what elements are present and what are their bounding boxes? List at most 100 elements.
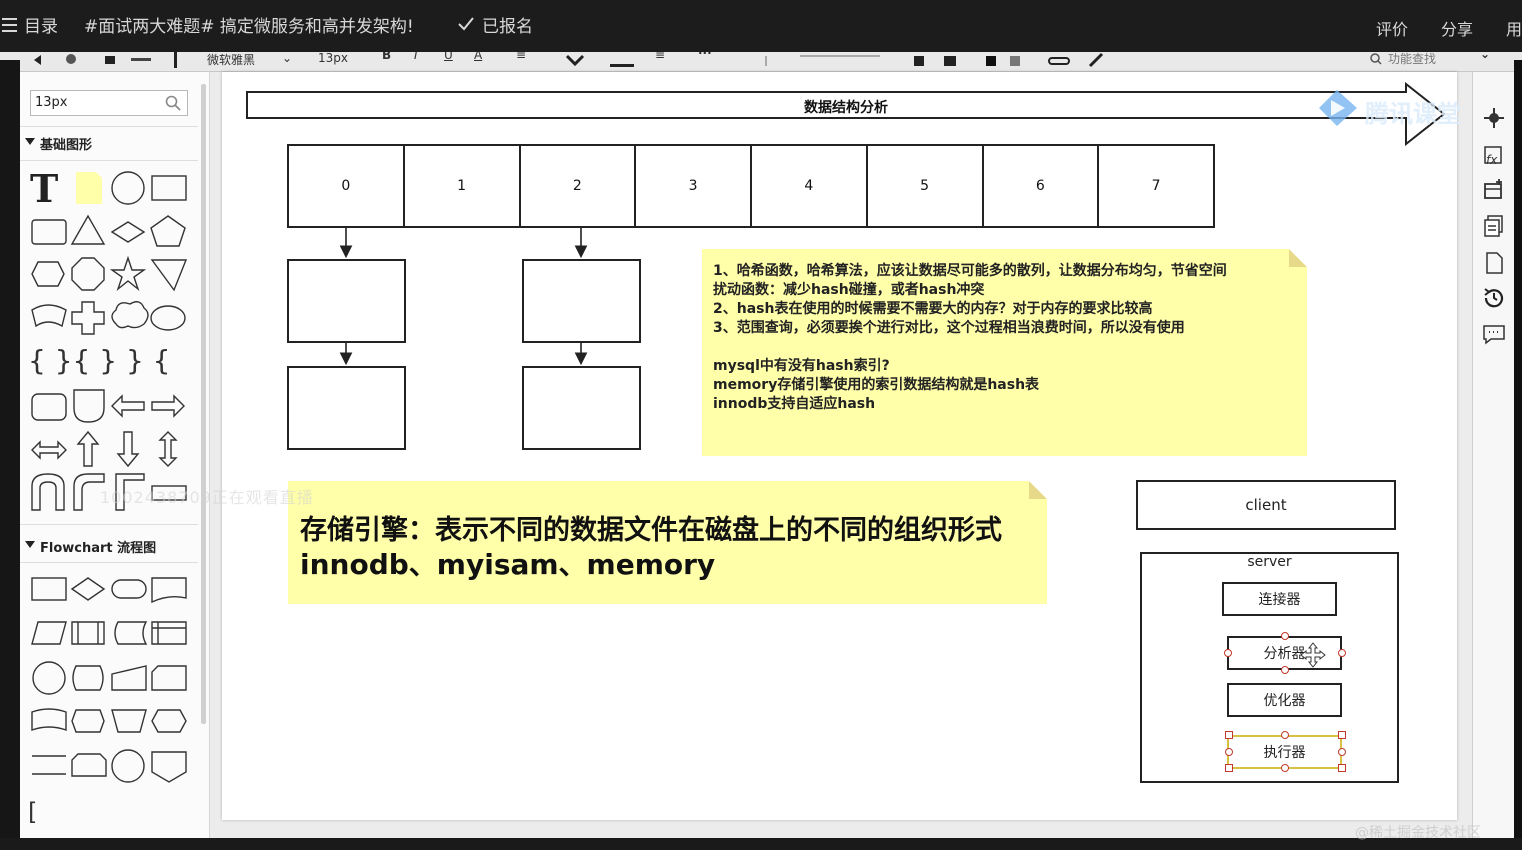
align-icon[interactable]: ≡ xyxy=(516,52,526,62)
cross-shape-icon xyxy=(71,301,105,335)
page-icon[interactable] xyxy=(1482,251,1506,275)
resize-handle[interactable] xyxy=(1224,649,1232,657)
resize-handle[interactable] xyxy=(1338,731,1346,739)
pages-icon[interactable] xyxy=(1482,214,1506,238)
line-style-icon[interactable]: ≡ xyxy=(655,52,665,62)
optimizer-component[interactable]: 优化器 xyxy=(1227,683,1342,717)
font-family-select[interactable]: 微软雅黑 xyxy=(207,52,255,68)
section-flowchart[interactable]: Flowchart 流程图 xyxy=(40,537,156,556)
sequential-data-shape-icon xyxy=(72,665,104,691)
arrange-icon[interactable] xyxy=(912,54,962,68)
search-icon[interactable] xyxy=(1370,53,1382,65)
hash-bucket-cell[interactable]: 0 xyxy=(287,144,405,228)
right-tool-panel: fx xyxy=(1472,72,1514,838)
connector-shape-icon xyxy=(32,661,66,695)
comment-icon[interactable] xyxy=(1482,322,1506,346)
linked-list-node[interactable] xyxy=(287,259,406,343)
function-search-input[interactable]: 功能查找 xyxy=(1388,52,1436,67)
viewer-watermark: 1002438709正在观看直播 xyxy=(100,488,314,507)
lock-icon[interactable] xyxy=(984,54,1024,68)
search-icon[interactable] xyxy=(165,95,181,111)
linked-list-node[interactable] xyxy=(287,366,406,450)
linked-list-node[interactable] xyxy=(522,259,641,343)
octagon-shape-icon xyxy=(71,257,105,291)
hash-bucket-cell[interactable]: 7 xyxy=(1097,144,1215,228)
format-painter-icon[interactable] xyxy=(105,54,155,66)
resize-handle[interactable] xyxy=(1225,748,1233,756)
divider xyxy=(20,160,198,161)
font-size-select[interactable]: 13px xyxy=(318,52,348,65)
linked-list-node[interactable] xyxy=(522,366,641,450)
underline-icon[interactable]: U xyxy=(444,52,453,62)
course-title: #面试两大难题# 搞定微服务和高并发架构! xyxy=(84,17,414,37)
line-color-icon[interactable] xyxy=(610,54,634,68)
link-icon[interactable] xyxy=(1048,54,1072,68)
diamond-shape-icon xyxy=(110,221,146,243)
collapse-triangle-icon[interactable] xyxy=(25,541,35,549)
pin-icon[interactable] xyxy=(170,52,182,68)
predefined-process-shape-icon xyxy=(71,621,105,645)
hash-bucket-cell[interactable]: 2 xyxy=(518,144,637,228)
rectangle-shape-icon xyxy=(151,175,187,201)
font-color-icon[interactable]: A xyxy=(474,52,482,62)
hash-bucket-cell[interactable]: 1 xyxy=(402,144,521,228)
ellipse-shape-icon xyxy=(111,171,145,205)
menu-icon[interactable] xyxy=(2,17,18,33)
section-basic-shapes[interactable]: 基础图形 xyxy=(40,134,92,153)
flowchart-shapes-grid: [ xyxy=(28,577,187,826)
hash-bucket-cell[interactable]: 3 xyxy=(634,144,752,228)
hash-bucket-cell[interactable]: 4 xyxy=(750,144,868,228)
resize-handle[interactable] xyxy=(1338,748,1346,756)
use-button[interactable]: 用 xyxy=(1506,16,1522,40)
resize-handle[interactable] xyxy=(1281,764,1289,772)
leaf-shape-icon xyxy=(73,389,105,423)
note-line: innodb支持自适应hash xyxy=(713,396,876,412)
redo-icon[interactable] xyxy=(62,54,80,66)
resize-handle[interactable] xyxy=(1281,666,1289,674)
shapes-sidebar: 13px 基础图形 T { }{}} {Flowchart 流程图 [ xyxy=(20,72,210,838)
history-icon[interactable] xyxy=(1482,286,1506,310)
client-box[interactable]: client xyxy=(1136,480,1396,530)
loop-limit-shape-icon xyxy=(71,753,107,777)
italic-icon[interactable]: I xyxy=(414,52,418,62)
bottom-bar xyxy=(0,838,1522,850)
basic-shapes-grid: T { }{ } } { xyxy=(28,166,188,511)
preparation-shape-icon xyxy=(151,709,187,733)
triangle-shape-icon xyxy=(70,214,106,245)
navigate-icon[interactable] xyxy=(1482,106,1506,130)
sidebar-scrollbar[interactable] xyxy=(201,84,206,724)
fill-color-icon[interactable] xyxy=(565,54,585,68)
font-family-chevron-icon[interactable]: ⌄ xyxy=(282,52,292,65)
toc-button[interactable]: 目录 xyxy=(24,12,58,37)
tencent-classroom-logo: 腾讯课堂 xyxy=(1313,88,1478,128)
editor-toolbar: 微软雅黑 ⌄ 13px B I U A ≡ ≡ ··· 功能查找 ⌄ xyxy=(0,52,1522,72)
check-icon xyxy=(458,17,474,31)
formula-icon[interactable]: fx xyxy=(1482,144,1506,168)
hash-bucket-cell[interactable]: 6 xyxy=(981,144,1100,228)
juejin-watermark: @稀土掘金技术社区 xyxy=(1355,825,1481,841)
resize-handle[interactable] xyxy=(1281,632,1289,640)
storage-engine-list: innodb、myisam、memory xyxy=(300,548,716,581)
document-shape-icon xyxy=(151,577,187,604)
collapse-triangle-icon[interactable] xyxy=(25,138,35,146)
share-button[interactable]: 分享 xyxy=(1441,16,1473,40)
hash-bucket-cell[interactable]: 5 xyxy=(865,144,984,228)
rate-button[interactable]: 评价 xyxy=(1376,16,1408,40)
resize-handle[interactable] xyxy=(1338,649,1346,657)
resize-handle[interactable] xyxy=(1225,764,1233,772)
magic-icon[interactable] xyxy=(1088,52,1108,68)
resize-handle[interactable] xyxy=(1338,764,1346,772)
resize-handle[interactable] xyxy=(1225,731,1233,739)
collapse-chevron-icon[interactable]: ⌄ xyxy=(1480,52,1490,61)
speech-ellipse-shape-icon xyxy=(150,305,186,331)
undo-icon[interactable] xyxy=(32,54,50,66)
more-icon[interactable]: ··· xyxy=(698,52,712,60)
left-arrow-shape-icon xyxy=(111,394,145,418)
right-edge-strip xyxy=(1514,60,1522,838)
bold-icon[interactable]: B xyxy=(382,52,391,62)
move-cursor-icon xyxy=(1300,642,1326,668)
table-add-icon[interactable] xyxy=(1482,178,1506,202)
connector-component[interactable]: 连接器 xyxy=(1222,582,1337,616)
resize-handle[interactable] xyxy=(1281,731,1289,739)
connector-icon[interactable] xyxy=(760,52,890,66)
